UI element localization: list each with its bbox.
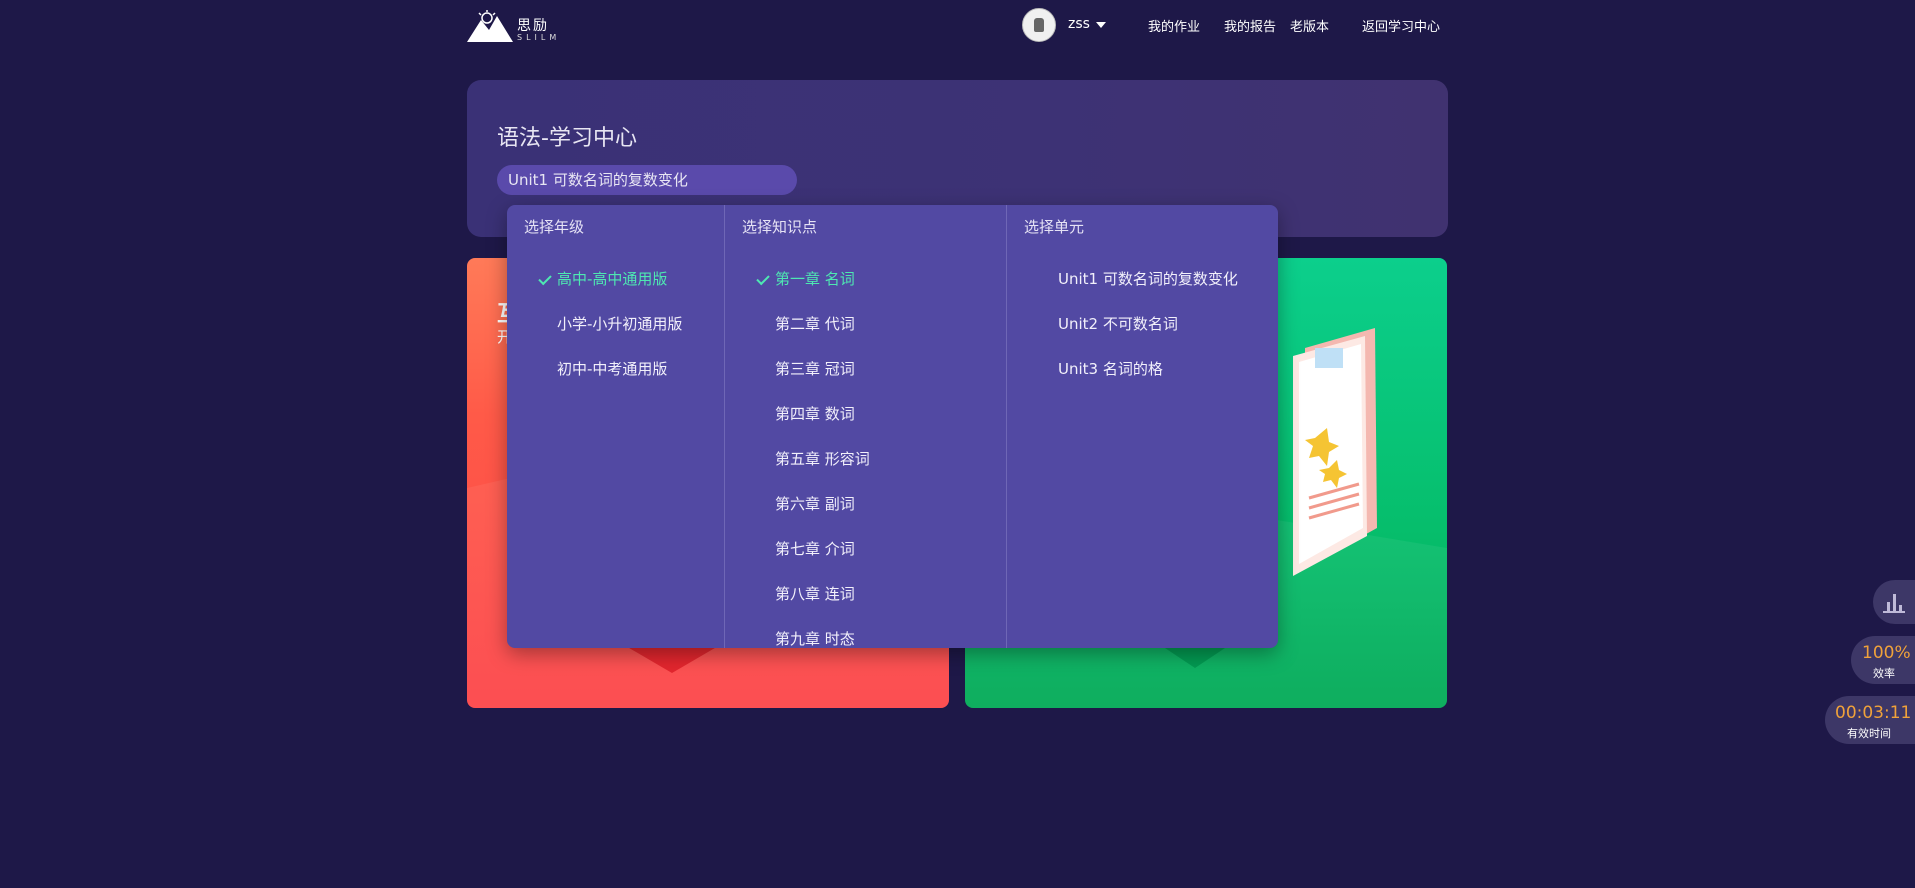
nav-link-old-version[interactable]: 老版本 [1290,16,1329,35]
efficiency-value: 100% [1862,643,1911,663]
effective-time-widget[interactable]: 00:03:11 有效时间 [1825,696,1915,744]
topic-option[interactable]: 第三章 冠词 [775,358,855,379]
username[interactable]: zss [1068,16,1090,32]
efficiency-label: 效率 [1873,667,1895,680]
nav-link-my-report[interactable]: 我的报告 [1224,16,1276,35]
avatar-figure-icon [1034,18,1044,32]
topic-option[interactable]: 第八章 连词 [775,583,855,604]
unit-option[interactable]: Unit1 可数名词的复数变化 [1058,268,1238,289]
topic-option[interactable]: 第九章 时态 [775,628,855,648]
topic-option[interactable]: 第五章 形容词 [775,448,870,469]
check-icon [538,271,552,286]
logo[interactable]: 思励 SLILM [467,10,562,44]
grade-option-high-school[interactable]: 高中-高中通用版 [557,268,667,289]
stats-button[interactable] [1873,580,1915,624]
chevron-down-icon[interactable] [1096,22,1106,28]
logo-text-en: SLILM [517,33,561,42]
efficiency-widget[interactable]: 100% 效率 [1851,636,1915,684]
grade-column-header: 选择年级 [524,218,585,236]
topic-column-header: 选择知识点 [742,218,818,236]
unit-option[interactable]: Unit3 名词的格 [1058,358,1163,379]
page-title: 语法-学习中心 [497,126,637,151]
unit-column: 选择单元 Unit1 可数名词的复数变化 Unit2 不可数名词 Unit3 名… [1006,205,1278,648]
cascade-dropdown: 选择年级 高中-高中通用版 小学-小升初通用版 初中-中考通用版 选择知识点 第… [507,205,1278,648]
unit-selector[interactable]: Unit1 可数名词的复数变化 [497,165,797,195]
nav-link-back-to-center[interactable]: 返回学习中心 [1362,16,1440,35]
grade-option-primary[interactable]: 小学-小升初通用版 [557,313,682,334]
green-card-arrow-icon [1165,648,1225,668]
logo-text-cn: 思励 [517,18,549,34]
check-icon [756,271,770,286]
effective-time-label: 有效时间 [1847,727,1891,740]
topic-column: 选择知识点 第一章 名词 第二章 代词 第三章 冠词 第四章 数词 第五章 形容… [724,205,1007,648]
avatar[interactable] [1022,8,1056,42]
topic-option[interactable]: 第二章 代词 [775,313,855,334]
unit-column-header: 选择单元 [1024,218,1085,236]
grade-option-middle[interactable]: 初中-中考通用版 [557,358,667,379]
bar-chart-icon [1883,591,1905,613]
topic-option[interactable]: 第六章 副词 [775,493,855,514]
topic-option[interactable]: 第四章 数词 [775,403,855,424]
mountain-logo-icon [467,10,513,42]
notebook-stars-illustration-icon [1293,328,1377,576]
top-nav: 思励 SLILM zss 我的作业 我的报告 老版本 返回学习中心 [467,0,1448,50]
topic-option[interactable]: 第一章 名词 [775,268,855,289]
nav-link-my-homework[interactable]: 我的作业 [1148,16,1200,35]
topic-option[interactable]: 第七章 介词 [775,538,855,559]
unit-option[interactable]: Unit2 不可数名词 [1058,313,1178,334]
effective-time-value: 00:03:11 [1835,703,1912,723]
grade-column: 选择年级 高中-高中通用版 小学-小升初通用版 初中-中考通用版 [507,205,723,648]
